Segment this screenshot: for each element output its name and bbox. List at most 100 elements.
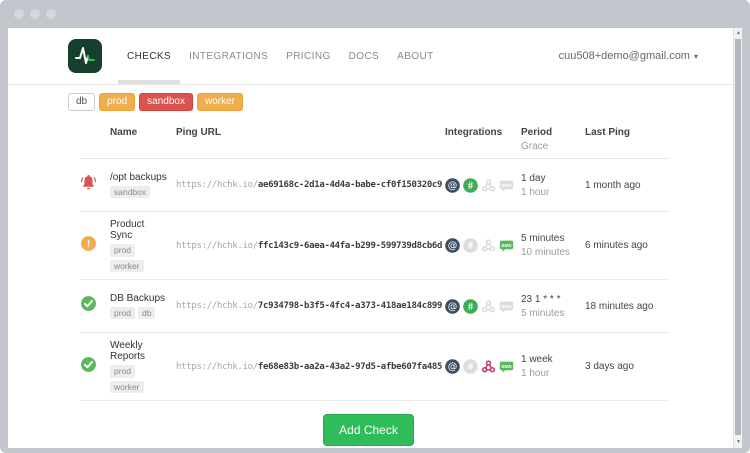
check-tag: sandbox <box>110 186 150 199</box>
up-check-icon <box>80 356 97 373</box>
slack-integration-icon[interactable]: # <box>463 299 478 314</box>
filter-tag-prod[interactable]: prod <box>99 93 135 111</box>
grace-value: 1 hour <box>521 368 585 379</box>
window-dot[interactable] <box>30 9 40 19</box>
url-prefix: https://hchk.io/ <box>176 362 258 372</box>
nav-item-integrations[interactable]: INTEGRATIONS <box>180 28 277 84</box>
ping-url[interactable]: https://hchk.io/7c934798-b3f5-4fc4-a373-… <box>176 301 445 311</box>
window-dot[interactable] <box>14 9 24 19</box>
check-name-cell[interactable]: Product Syncprodworker <box>110 219 176 272</box>
filter-tag-db[interactable]: db <box>68 93 95 111</box>
url-prefix: https://hchk.io/ <box>176 180 258 190</box>
ping-url[interactable]: https://hchk.io/ae69168c-2d1a-4d4a-babe-… <box>176 180 445 190</box>
header-integrations: Integrations <box>445 127 521 138</box>
slack-integration-icon[interactable]: # <box>463 359 478 374</box>
url-uuid: 7c934798-b3f5-4fc4-a373-418ae184c899 <box>258 301 442 311</box>
period-cell: 1 week 1 hour <box>521 354 585 379</box>
scroll-down-icon[interactable]: ▼ <box>734 437 742 448</box>
email-integration-icon[interactable]: @ <box>445 178 460 193</box>
grace-warning-icon: ! <box>80 235 97 252</box>
check-row: ! Product Syncprodworkerhttps://hchk.io/f… <box>80 212 669 280</box>
filter-tag-worker[interactable]: worker <box>197 93 243 111</box>
integrations-cell: @ # SMS <box>445 299 521 314</box>
svg-text:@: @ <box>448 241 458 252</box>
email-integration-icon[interactable]: @ <box>445 238 460 253</box>
check-tag: prod <box>110 365 135 378</box>
sms-integration-icon[interactable]: SMS <box>499 178 514 193</box>
check-name: /opt backups <box>110 172 168 183</box>
period-cell: 1 day1 hour <box>521 173 585 198</box>
header-period: Period Grace <box>521 127 585 152</box>
svg-text:@: @ <box>448 362 458 373</box>
ping-url[interactable]: https://hchk.io/fe68e83b-aa2a-43a2-97d5-… <box>176 362 445 372</box>
status-cell <box>80 356 110 378</box>
last-ping-cell: 1 month ago <box>585 180 669 191</box>
period-value: 23 1 * * * <box>521 294 585 305</box>
last-ping-cell: 6 minutes ago <box>585 240 669 251</box>
period-value: 5 minutes <box>521 233 585 244</box>
nav-item-about[interactable]: ABOUT <box>388 28 442 84</box>
window-dot[interactable] <box>46 9 56 19</box>
url-uuid: fe68e83b-aa2a-43a2-97d5-afbe607fa485 <box>258 362 442 372</box>
alert-bell-icon <box>80 174 97 191</box>
period-cell: 23 1 * * * 5 minutes <box>521 294 585 319</box>
sms-integration-icon[interactable]: SMS <box>499 359 514 374</box>
scroll-up-icon[interactable]: ▲ <box>734 28 742 39</box>
heartbeat-icon <box>73 44 97 68</box>
webhook-integration-icon[interactable] <box>481 299 496 314</box>
svg-text:@: @ <box>448 301 458 312</box>
nav-item-docs[interactable]: DOCS <box>340 28 389 84</box>
add-check-button[interactable]: Add Check <box>323 414 414 446</box>
grace-value: 1 hour <box>521 187 585 198</box>
check-row: Weekly Reportsprodworkerhttps://hchk.io/… <box>80 333 669 401</box>
browser-window: CHECKSINTEGRATIONSPRICINGDOCSABOUT cuu50… <box>0 0 750 453</box>
slack-integration-icon[interactable]: # <box>463 178 478 193</box>
check-row: DB Backupsproddbhttps://hchk.io/7c934798… <box>80 280 669 333</box>
last-ping-cell: 18 minutes ago <box>585 301 669 312</box>
svg-text:SMS: SMS <box>501 243 512 249</box>
table-body: /opt backups sandbox https://hchk.io/ae691… <box>80 159 669 401</box>
main-content: dbprodsandboxworker Name Ping URL Integr… <box>8 85 742 446</box>
scrollbar[interactable]: ▲ ▼ <box>733 28 742 448</box>
sms-integration-icon[interactable]: SMS <box>499 299 514 314</box>
webhook-integration-icon[interactable] <box>481 178 496 193</box>
up-check-icon <box>80 295 97 312</box>
account-email: cuu508+demo@gmail.com <box>559 50 690 62</box>
check-name-cell[interactable]: /opt backups sandbox <box>110 172 176 199</box>
account-menu[interactable]: cuu508+demo@gmail.com ▾ <box>559 28 698 84</box>
checks-table: Name Ping URL Integrations Period Grace … <box>80 127 669 401</box>
url-prefix: https://hchk.io/ <box>176 241 258 251</box>
sms-integration-icon[interactable]: SMS <box>499 238 514 253</box>
check-tag: worker <box>110 381 144 394</box>
status-cell: ! <box>80 235 110 257</box>
scrollbar-thumb[interactable] <box>735 39 741 435</box>
check-tag: db <box>138 307 155 320</box>
grace-value: 5 minutes <box>521 308 585 319</box>
check-name-cell[interactable]: Weekly Reportsprodworker <box>110 340 176 393</box>
ping-url[interactable]: https://hchk.io/ffc143c9-6aea-44fa-b299-… <box>176 241 445 251</box>
filter-tag-sandbox[interactable]: sandbox <box>139 93 193 111</box>
period-cell: 5 minutes 10 minutes <box>521 233 585 258</box>
grace-value: 10 minutes <box>521 247 585 258</box>
url-prefix: https://hchk.io/ <box>176 301 258 311</box>
webhook-integration-icon[interactable] <box>481 238 496 253</box>
status-cell <box>80 174 110 196</box>
check-tag: worker <box>110 260 144 273</box>
main-nav: CHECKSINTEGRATIONSPRICINGDOCSABOUT <box>118 28 443 84</box>
webhook-integration-icon[interactable] <box>481 359 496 374</box>
period-value: 1 week <box>521 354 585 365</box>
nav-item-checks[interactable]: CHECKS <box>118 28 180 84</box>
check-name-cell[interactable]: DB Backupsproddb <box>110 293 176 320</box>
check-row: /opt backups sandbox https://hchk.io/ae691… <box>80 159 669 212</box>
slack-integration-icon[interactable]: # <box>463 238 478 253</box>
svg-text:@: @ <box>448 180 458 191</box>
filter-tags: dbprodsandboxworker <box>68 93 669 111</box>
last-ping-cell: 3 days ago <box>585 361 669 372</box>
nav-item-pricing[interactable]: PRICING <box>277 28 339 84</box>
email-integration-icon[interactable]: @ <box>445 359 460 374</box>
integrations-cell: @ # SMS <box>445 178 521 193</box>
app-page: CHECKSINTEGRATIONSPRICINGDOCSABOUT cuu50… <box>8 28 742 448</box>
email-integration-icon[interactable]: @ <box>445 299 460 314</box>
app-logo[interactable] <box>68 39 102 73</box>
status-cell <box>80 295 110 317</box>
